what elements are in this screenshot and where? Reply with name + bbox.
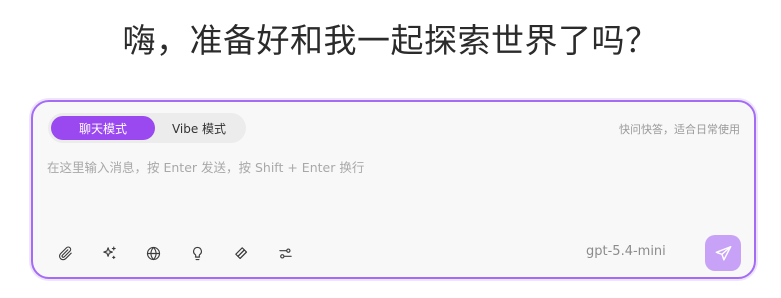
globe-icon — [146, 246, 160, 260]
layers-icon — [234, 246, 247, 259]
attach-button[interactable] — [53, 242, 77, 264]
sliders-icon — [278, 247, 292, 259]
message-input[interactable] — [47, 157, 737, 217]
web-search-button[interactable] — [141, 242, 165, 264]
send-button[interactable] — [705, 235, 741, 271]
sparkles-icon — [102, 246, 116, 259]
mode-hint: 快问快答，适合日常使用 — [619, 123, 740, 136]
tab-vibe-mode[interactable]: Vibe 模式 — [155, 116, 243, 140]
mode-switch: 聊天模式 Vibe 模式 — [48, 113, 246, 143]
page-title: 嗨，准备好和我一起探索世界了吗？ — [122, 21, 659, 60]
model-selector[interactable]: gpt-5.4-mini — [586, 244, 666, 259]
attach-icon — [58, 246, 72, 260]
chat-composer: 聊天模式 Vibe 模式 快问快答，适合日常使用 在这里输入消息，按 Enter… — [31, 100, 756, 279]
knowledge-button[interactable] — [229, 242, 253, 264]
lightbulb-icon — [192, 246, 202, 260]
composer-toolbar — [53, 242, 297, 264]
magic-button[interactable] — [97, 242, 121, 264]
settings-button[interactable] — [273, 242, 297, 264]
tab-chat-mode[interactable]: 聊天模式 — [51, 116, 155, 140]
idea-button[interactable] — [185, 242, 209, 264]
page: 嗨，准备好和我一起探索世界了吗？ 聊天模式 Vibe 模式 快问快答，适合日常使… — [0, 0, 781, 298]
send-icon — [715, 245, 731, 261]
